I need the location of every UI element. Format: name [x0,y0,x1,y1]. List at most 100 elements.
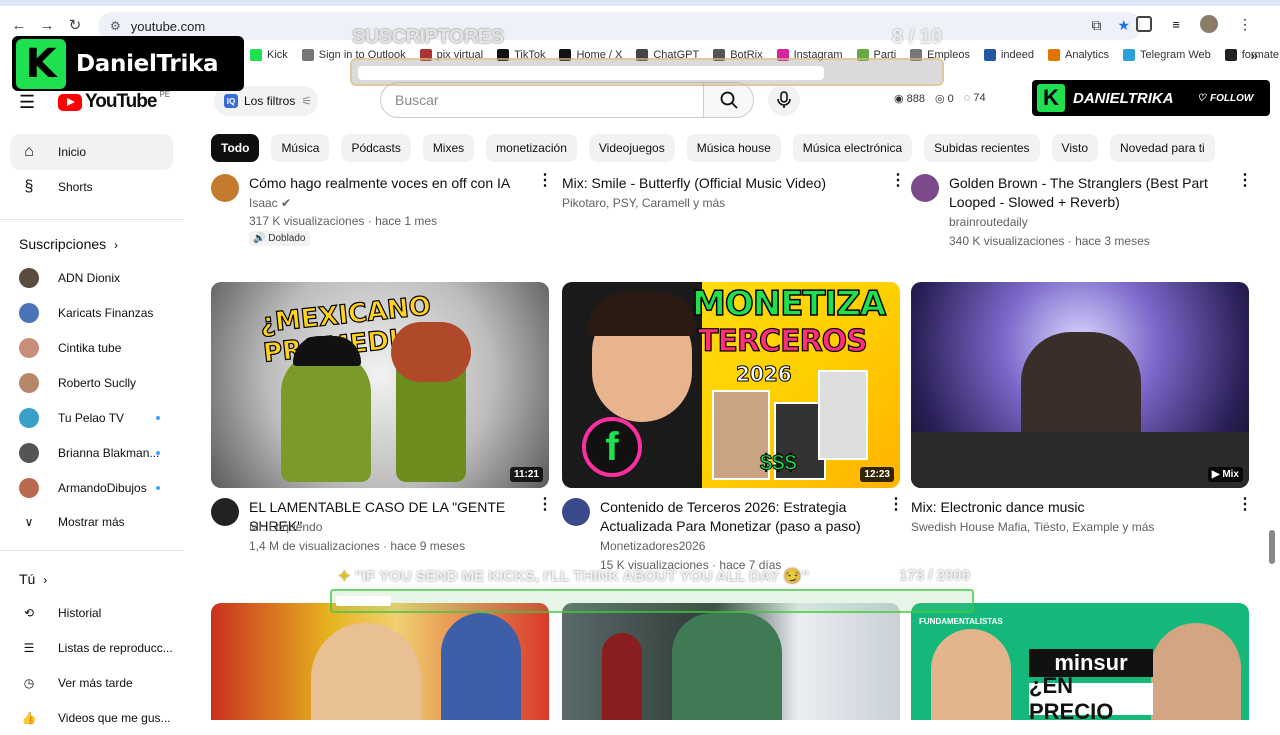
streamer-brand-overlay: K DanielTrika [12,36,244,91]
video-thumbnail[interactable] [211,603,549,720]
reload-icon[interactable]: ↻ [64,14,86,36]
channel-name[interactable]: Mr. Loquendo [249,518,322,537]
hamburger-menu-icon[interactable]: ☰ [19,92,39,113]
subscriptions-header[interactable]: Suscripciones › [19,236,118,252]
person-shape [1151,623,1241,720]
stat-comments: ◎ 0 [935,93,954,105]
sidebar-item-label: Ver más tarde [58,676,133,690]
video-title[interactable]: Mix: Electronic dance music [911,498,1179,517]
subscription-name: Cintika tube [58,341,122,355]
bookmark-item[interactable]: indeed [983,49,1034,61]
chip-4[interactable]: monetización [486,134,577,162]
scrollbar-thumb[interactable] [1269,530,1275,564]
video-title[interactable]: Contenido de Terceros 2026: Estrategia A… [600,498,870,536]
more-options-icon[interactable]: ⋮ [890,173,906,189]
channel-name[interactable]: Isaac ✔ [249,194,291,213]
video-thumbnail[interactable]: ¿MEXICANO PROMEDIO? 11:21 [211,282,549,488]
subscription-item[interactable]: Karicats Finanzas [19,296,184,330]
channel-name[interactable]: Monetizadores2026 [600,537,705,556]
video-thumbnail[interactable]: FUNDAMENTALISTAS minsur ¿EN PRECIO [911,603,1249,720]
subscription-item[interactable]: Roberto Suclly [19,366,184,400]
thumbnail-text: $$$ [760,450,798,476]
show-more-button[interactable]: ∨ Mostrar más [19,505,184,539]
video-card[interactable]: EL LAMENTABLE CASO DE LA "GENTE SHREK" M… [211,497,553,558]
chip-1[interactable]: Música [271,134,330,162]
channel-avatar[interactable] [911,174,939,202]
video-card[interactable]: Cómo hago realmente voces en off con IA … [211,173,553,254]
chip-8[interactable]: Subidas recientes [924,134,1040,162]
subscription-item[interactable]: Brianna Blakman... [19,436,184,470]
bookmark-star-icon[interactable]: ★ [1117,17,1130,34]
subscription-item[interactable]: ADN Dionix [19,261,184,295]
channel-avatar[interactable] [211,498,239,526]
address-bar-actions: ⧉ ★ [1091,17,1130,34]
bookmark-item[interactable]: Telegram Web [1123,49,1211,61]
sidebar-item-liked[interactable]: 👍 Videos que me gus... [19,701,184,735]
channel-avatar[interactable] [562,498,590,526]
video-title[interactable]: Cómo hago realmente voces en off con IA [249,174,517,193]
stat-watch: ◌ 74 [963,92,986,104]
follow-button: ♡ FOLLOW [1197,85,1265,111]
bookmark-item[interactable]: Analytics [1047,49,1109,61]
bookmark-item[interactable]: Kick [250,49,288,61]
chip-3[interactable]: Mixes [422,134,475,162]
sidebar-item-home[interactable]: ⌂ Inicio [10,134,173,170]
site-info-icon[interactable]: ⚙ [110,19,121,33]
chevron-down-icon: ∨ [24,515,34,529]
sidebar-item-shorts[interactable]: § Shorts [10,169,173,205]
kicks-goal-bar [330,589,974,613]
video-title[interactable]: Golden Brown - The Stranglers (Best Part… [949,174,1219,212]
youtube-logo[interactable]: YouTube PE [58,90,170,113]
sidebar-item-playlists[interactable]: ☰ Listas de reproducc... [19,631,184,665]
chevron-right-icon: › [43,573,48,587]
subs-goal-fill [358,66,824,80]
subscription-item[interactable]: Cintika tube [19,331,184,365]
subscription-item[interactable]: ArmandoDibujos [19,471,184,505]
channel-avatar [19,303,39,323]
url-text: youtube.com [130,18,206,34]
more-options-icon[interactable]: ⋮ [1237,497,1253,513]
install-icon[interactable]: ⧉ [1091,17,1101,34]
video-title[interactable]: Mix: Smile - Butterfly (Official Music V… [562,174,830,193]
video-card[interactable]: Mix: Smile - Butterfly (Official Music V… [524,173,906,234]
kicks-message-text: "IF YOU SEND ME KICKS, I'LL THINK ABOUT … [354,568,810,585]
sidebar-item-history[interactable]: ⟲ Historial [19,596,184,630]
bookmark-label: indeed [1000,49,1034,61]
chip-9[interactable]: Visto [1051,134,1098,162]
forward-icon[interactable]: → [36,14,58,36]
sidebar-item-watch-later[interactable]: ◷ Ver más tarde [19,666,184,700]
back-icon[interactable]: ← [8,14,30,36]
thumbnail-text: TERCEROS [697,323,868,359]
subscription-item[interactable]: Tu Pelao TV [19,401,184,435]
channel-name: Pikotaro, PSY, Caramell y más [562,196,726,210]
video-card[interactable]: Golden Brown - The Stranglers (Best Part… [911,173,1253,254]
chip-6[interactable]: Música house [686,134,781,162]
person-shape [441,613,521,720]
chip-7[interactable]: Música electrónica [792,134,913,162]
channel-avatar[interactable] [211,174,239,202]
profile-avatar[interactable] [1200,15,1218,33]
chip-0[interactable]: Todo [211,134,260,162]
you-header[interactable]: Tú › [19,571,47,587]
more-options-icon[interactable]: ⋮ [1237,173,1253,189]
video-thumbnail[interactable] [562,603,900,720]
extensions-icon[interactable] [1136,16,1153,32]
chip-5[interactable]: Videojuegos [588,134,675,162]
media-icon[interactable]: ≡ [1172,17,1180,32]
chip-10[interactable]: Novedad para ti [1110,134,1215,162]
kicks-goal-fill [336,596,391,606]
video-thumbnail[interactable]: f MONETIZA TERCEROS 2026 $$$ 12:23 [562,282,900,488]
video-thumbnail[interactable]: ▶ Mix [911,282,1249,488]
more-options-icon[interactable]: ⋮ [537,497,553,513]
channel-name[interactable]: brainroutedaily [949,213,1028,232]
chrome-menu-icon[interactable]: ⋮ [1238,16,1252,33]
nav-buttons: ← → ↻ [8,14,86,36]
home-icon: ⌂ [24,143,34,160]
bookmarks-overflow-icon[interactable]: » [1251,48,1258,63]
bookmark-label: formate.pe [1241,49,1280,61]
bookmark-label: Telegram Web [1140,49,1211,61]
bookmark-favicon-icon [250,49,262,61]
chip-2[interactable]: Pódcasts [341,134,411,162]
stat-views: ◉ 888 [894,93,926,105]
video-card[interactable]: Mix: Electronic dance music Swedish Hous… [873,497,1253,538]
